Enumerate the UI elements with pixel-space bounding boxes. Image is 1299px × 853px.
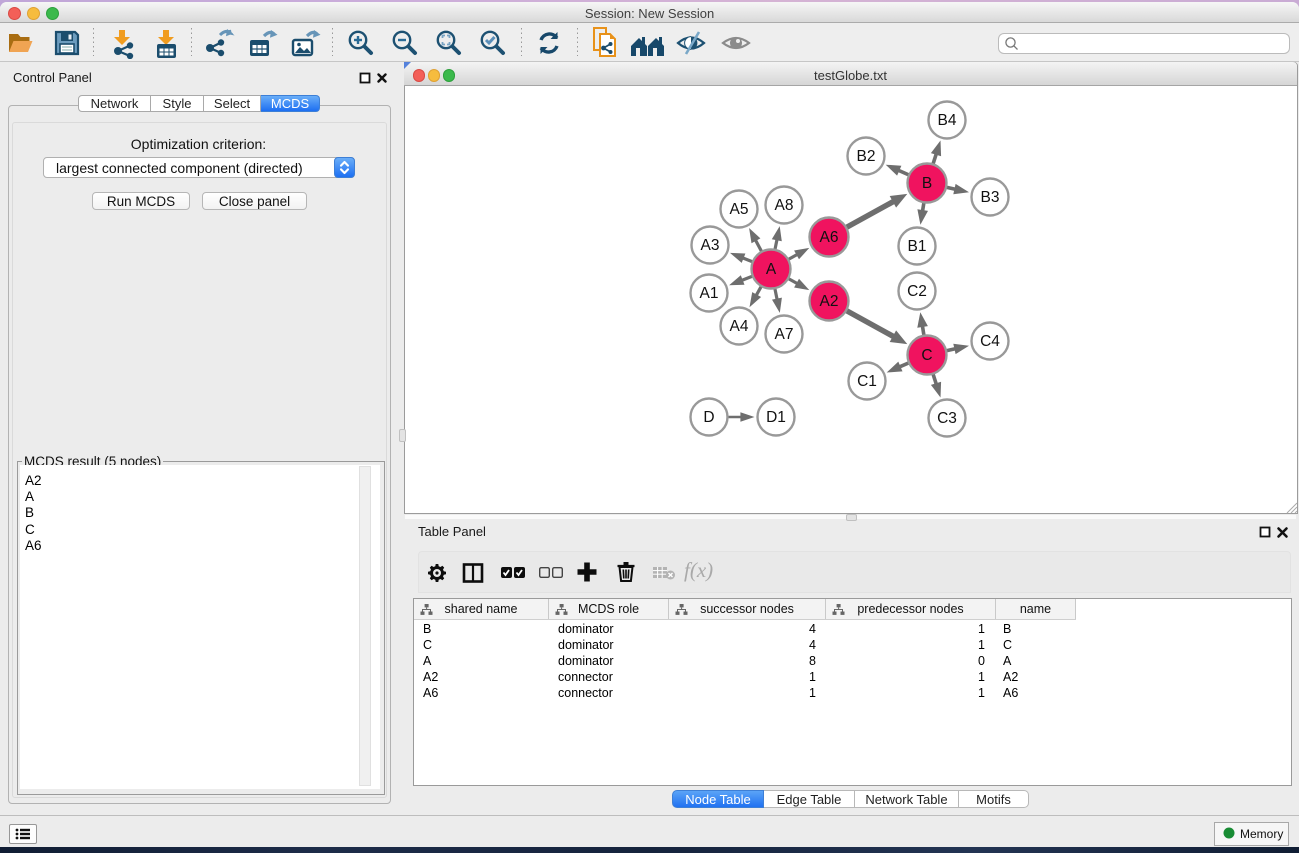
svg-text:D: D xyxy=(703,409,714,426)
svg-text:A4: A4 xyxy=(730,318,749,335)
svg-text:C2: C2 xyxy=(907,283,927,300)
svg-text:A7: A7 xyxy=(775,326,794,343)
svg-text:A2: A2 xyxy=(820,293,839,310)
svg-text:B: B xyxy=(922,175,932,192)
svg-text:C3: C3 xyxy=(937,410,957,427)
svg-text:C4: C4 xyxy=(980,333,1000,350)
svg-text:A3: A3 xyxy=(701,237,720,254)
svg-text:B2: B2 xyxy=(857,148,876,165)
svg-text:B1: B1 xyxy=(908,238,927,255)
svg-text:A5: A5 xyxy=(730,201,749,218)
svg-text:A8: A8 xyxy=(775,197,794,214)
svg-text:B4: B4 xyxy=(938,112,957,129)
svg-text:A: A xyxy=(766,261,777,278)
svg-text:B3: B3 xyxy=(981,189,1000,206)
svg-text:C1: C1 xyxy=(857,373,877,390)
svg-text:C: C xyxy=(921,347,932,364)
svg-text:A6: A6 xyxy=(820,229,839,246)
svg-text:D1: D1 xyxy=(766,409,786,426)
svg-text:A1: A1 xyxy=(700,285,719,302)
